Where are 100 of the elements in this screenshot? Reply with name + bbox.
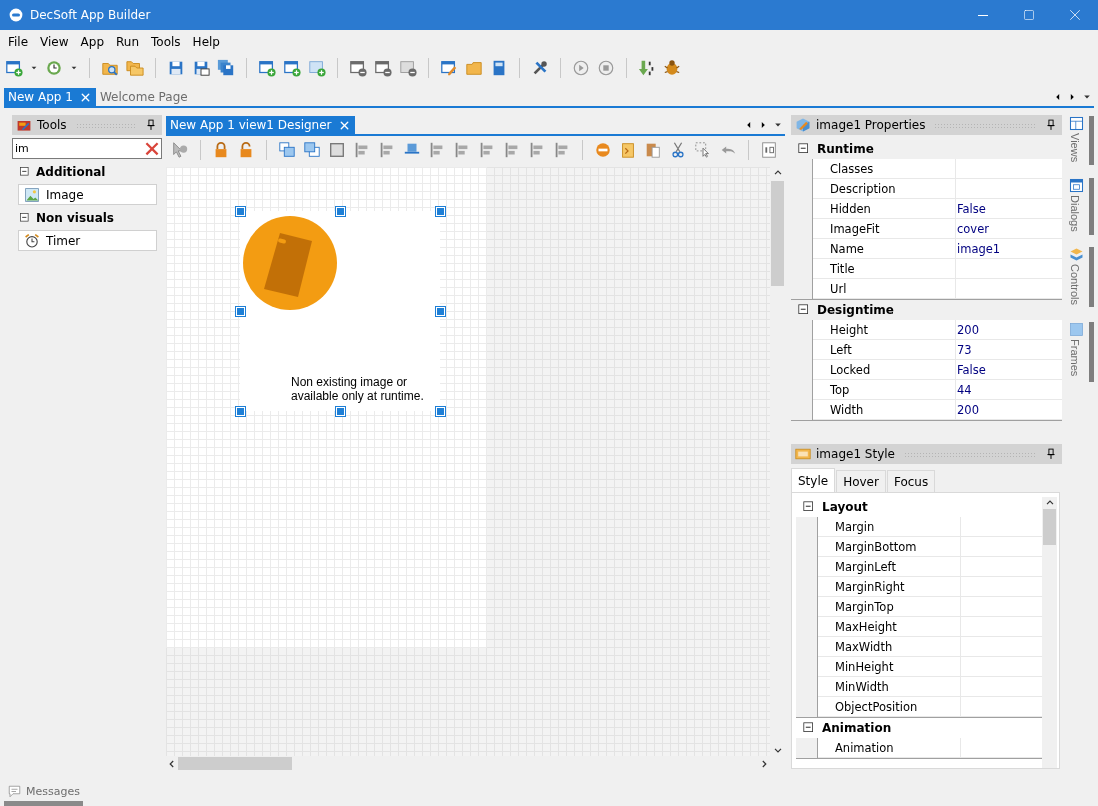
selection-icon (694, 140, 712, 159)
property-name: MinHeight (818, 657, 961, 677)
remove-dialog-icon (374, 58, 392, 77)
side-tab[interactable]: Frames (1066, 322, 1094, 382)
copy-icon (619, 140, 637, 159)
new-window-icon (5, 58, 23, 77)
scrollbar-thumb[interactable] (178, 757, 292, 770)
clock-icon (45, 58, 63, 77)
property-name: MarginTop (818, 597, 961, 617)
search-field[interactable]: im (12, 138, 162, 159)
resize-handle[interactable] (236, 407, 245, 416)
frame-icon (328, 140, 346, 159)
property-name: MaxWidth (818, 637, 961, 657)
resize-handle[interactable] (436, 207, 445, 216)
phone-logo-icon (242, 215, 338, 311)
property-value[interactable]: cover (956, 219, 1062, 239)
messages-tab[interactable]: Messages (4, 781, 83, 806)
property-value[interactable]: 200 (956, 400, 1062, 420)
menu-item[interactable]: Run (110, 35, 146, 49)
clear-icon[interactable] (144, 140, 160, 156)
property-name: Name (813, 239, 956, 259)
resize-handle[interactable] (436, 407, 445, 416)
style-tab[interactable]: Hover (836, 470, 886, 492)
panel-title: image1 Style (816, 447, 895, 461)
menu-item[interactable]: View (34, 35, 75, 49)
minimize-icon (978, 14, 988, 16)
resize-handle[interactable] (336, 407, 345, 416)
dialog-icon (1069, 178, 1084, 193)
property-name: MarginLeft (818, 557, 961, 577)
scrollbar-thumb[interactable] (1043, 509, 1056, 545)
property-value[interactable]: 200 (956, 320, 1062, 340)
menu-item[interactable]: File (2, 35, 35, 49)
scissors-icon (669, 140, 687, 159)
delete-icon (594, 140, 612, 159)
maximize-icon (1023, 9, 1035, 21)
download-arrow-icon (638, 58, 656, 77)
scrollbar-thumb[interactable] (771, 181, 784, 286)
property-name: Hidden (813, 199, 956, 219)
property-name: Left (813, 340, 956, 360)
design-canvas[interactable]: Non existing image or available only at runtime. (166, 167, 770, 756)
resize-handle[interactable] (336, 207, 345, 216)
document-tab[interactable]: Welcome Page (95, 88, 192, 106)
tool-item[interactable]: Image (18, 184, 157, 205)
vertical-scrollbar[interactable] (1042, 497, 1057, 768)
tools-icon (531, 58, 549, 77)
property-name: Title (813, 259, 956, 279)
property-value[interactable]: image1 (956, 239, 1062, 259)
designer-tab[interactable]: New App 1 view1 Designer (166, 116, 355, 134)
css-icon (795, 446, 811, 462)
add-view-icon (258, 58, 276, 77)
style-tab[interactable]: Style (791, 468, 836, 492)
edit-window-icon (440, 58, 458, 77)
section-header: Runtime (817, 142, 874, 156)
save-all-icon (217, 58, 235, 77)
cube-icon (795, 117, 811, 133)
property-name: Width (813, 400, 956, 420)
property-name: MarginRight (818, 577, 961, 597)
property-value[interactable]: False (956, 199, 1062, 219)
property-value[interactable]: 73 (956, 340, 1062, 360)
property-name: ObjectPosition (818, 697, 961, 717)
resize-handle[interactable] (236, 207, 245, 216)
layout-icon (1069, 116, 1084, 131)
property-name: MarginBottom (818, 537, 961, 557)
bring-front-icon (278, 140, 296, 159)
panel-title: image1 Properties (816, 118, 926, 132)
window-title: DecSoft App Builder (30, 8, 152, 22)
resize-handle[interactable] (236, 307, 245, 316)
menu-item[interactable]: Tools (145, 35, 187, 49)
frame-icon (1069, 322, 1084, 337)
image-icon (24, 186, 40, 203)
property-name: Locked (813, 360, 956, 380)
section-header: Animation (822, 721, 892, 735)
play-icon (572, 58, 590, 77)
collapse-icon[interactable] (18, 165, 32, 179)
menu-item[interactable]: Help (186, 35, 226, 49)
side-tab[interactable]: Controls (1066, 247, 1094, 307)
property-name: Description (813, 179, 956, 199)
style-tab[interactable]: Focus (886, 470, 936, 492)
tool-item[interactable]: Timer (18, 230, 157, 251)
pointer-icon (171, 140, 189, 159)
image-caption: Non existing image or available only at runtime. (291, 375, 425, 403)
resize-handle[interactable] (436, 307, 445, 316)
property-name: Classes (813, 159, 956, 179)
property-name: Top (813, 380, 956, 400)
image-element[interactable]: Non existing image or available only at runtime. (240, 211, 440, 411)
panel-title: Tools (37, 118, 67, 132)
side-tab[interactable]: Views (1066, 116, 1094, 165)
document-tab[interactable]: New App 1 (4, 88, 96, 106)
side-tab[interactable]: Dialogs (1066, 178, 1094, 235)
menu-item[interactable]: App (74, 35, 111, 49)
property-value[interactable]: 44 (956, 380, 1062, 400)
property-name: MinWidth (818, 677, 961, 697)
folders-icon (126, 58, 144, 77)
send-back-icon (303, 140, 321, 159)
remove-view-icon (349, 58, 367, 77)
section-header: Designtime (817, 303, 894, 317)
property-value[interactable]: False (956, 360, 1062, 380)
app-logo-icon (8, 7, 24, 23)
message-icon (7, 783, 22, 799)
collapse-icon[interactable] (18, 211, 32, 225)
